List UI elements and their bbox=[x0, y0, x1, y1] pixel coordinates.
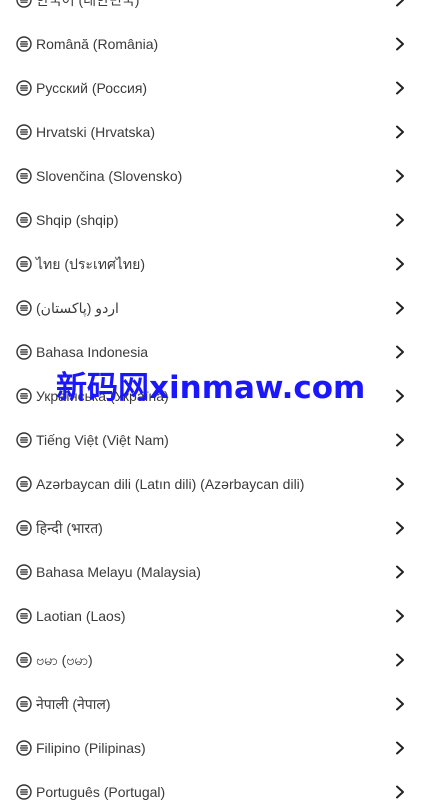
language-label: 한국어 (대한민국) bbox=[36, 0, 140, 8]
language-icon bbox=[16, 344, 32, 360]
language-list-item[interactable]: Українська (Україна) bbox=[0, 374, 424, 418]
language-icon bbox=[16, 740, 32, 756]
language-list-item[interactable]: ไทย (ประเทศไทย) bbox=[0, 242, 424, 286]
language-list-item[interactable]: Bahasa Melayu (Malaysia) bbox=[0, 550, 424, 594]
language-label: Laotian (Laos) bbox=[36, 608, 126, 624]
language-icon bbox=[16, 168, 32, 184]
language-label: Azərbaycan dili (Latın dili) (Azərbaycan… bbox=[36, 476, 305, 492]
chevron-right-icon bbox=[394, 565, 406, 579]
language-list-item[interactable]: Shqip (shqip) bbox=[0, 198, 424, 242]
chevron-right-icon bbox=[394, 697, 406, 711]
language-list-item[interactable]: Română (România) bbox=[0, 22, 424, 66]
language-list-item[interactable]: Hrvatski (Hrvatska) bbox=[0, 110, 424, 154]
chevron-right-icon bbox=[394, 477, 406, 491]
chevron-right-icon bbox=[394, 125, 406, 139]
language-label: Bahasa Indonesia bbox=[36, 344, 149, 360]
language-label: Filipino (Pilipinas) bbox=[36, 740, 146, 756]
chevron-right-icon bbox=[394, 653, 406, 667]
language-icon bbox=[16, 652, 32, 668]
chevron-right-icon bbox=[394, 301, 406, 315]
language-label: Română (România) bbox=[36, 36, 159, 52]
language-list-item[interactable]: नेपाली (नेपाल) bbox=[0, 682, 424, 726]
language-list: 한국어 (대한민국) Română (România) Русский (Росси… bbox=[0, 0, 424, 800]
language-list-item[interactable]: Slovenčina (Slovensko) bbox=[0, 154, 424, 198]
chevron-right-icon bbox=[394, 169, 406, 183]
language-icon bbox=[16, 256, 32, 272]
language-label: Hrvatski (Hrvatska) bbox=[36, 124, 156, 140]
language-label: हिन्दी (भारत) bbox=[36, 520, 103, 536]
language-list-item[interactable]: ဗမာ (ဗမာ) bbox=[0, 638, 424, 682]
language-label: اردو (پاکستان) bbox=[36, 300, 119, 316]
language-label: Shqip (shqip) bbox=[36, 212, 119, 228]
language-label: Slovenčina (Slovensko) bbox=[36, 168, 183, 184]
chevron-right-icon bbox=[394, 521, 406, 535]
language-label: Tiếng Việt (Việt Nam) bbox=[36, 432, 169, 448]
language-label: ไทย (ประเทศไทย) bbox=[36, 256, 145, 272]
language-icon bbox=[16, 564, 32, 580]
chevron-right-icon bbox=[394, 213, 406, 227]
language-list-item[interactable]: Laotian (Laos) bbox=[0, 594, 424, 638]
chevron-right-icon bbox=[394, 741, 406, 755]
language-icon bbox=[16, 388, 32, 404]
language-icon bbox=[16, 432, 32, 448]
chevron-right-icon bbox=[394, 0, 406, 7]
chevron-right-icon bbox=[394, 785, 406, 799]
language-list-item[interactable]: Tiếng Việt (Việt Nam) bbox=[0, 418, 424, 462]
language-selection-page: 한국어 (대한민국) Română (România) Русский (Росси… bbox=[0, 0, 424, 800]
language-list-item[interactable]: 한국어 (대한민국) bbox=[0, 0, 424, 22]
language-icon bbox=[16, 36, 32, 52]
chevron-right-icon bbox=[394, 609, 406, 623]
chevron-right-icon bbox=[394, 345, 406, 359]
language-label: Русский (Россия) bbox=[36, 80, 148, 96]
language-list-item[interactable]: Русский (Россия) bbox=[0, 66, 424, 110]
language-label: Українська (Україна) bbox=[36, 388, 169, 404]
chevron-right-icon bbox=[394, 433, 406, 447]
language-label: नेपाली (नेपाल) bbox=[36, 696, 111, 712]
chevron-right-icon bbox=[394, 81, 406, 95]
language-icon bbox=[16, 520, 32, 536]
language-list-item[interactable]: हिन्दी (भारत) bbox=[0, 506, 424, 550]
language-icon bbox=[16, 212, 32, 228]
language-icon bbox=[16, 696, 32, 712]
language-list-item[interactable]: Bahasa Indonesia bbox=[0, 330, 424, 374]
chevron-right-icon bbox=[394, 37, 406, 51]
chevron-right-icon bbox=[394, 257, 406, 271]
language-list-item[interactable]: Filipino (Pilipinas) bbox=[0, 726, 424, 770]
language-list-item[interactable]: Azərbaycan dili (Latın dili) (Azərbaycan… bbox=[0, 462, 424, 506]
language-list-item[interactable]: اردو (پاکستان) bbox=[0, 286, 424, 330]
language-icon bbox=[16, 124, 32, 140]
language-list-item[interactable]: Português (Portugal) bbox=[0, 770, 424, 800]
language-label: Português (Portugal) bbox=[36, 784, 166, 800]
language-icon bbox=[16, 608, 32, 624]
language-icon bbox=[16, 80, 32, 96]
language-icon bbox=[16, 476, 32, 492]
chevron-right-icon bbox=[394, 389, 406, 403]
language-icon bbox=[16, 300, 32, 316]
language-icon bbox=[16, 0, 32, 8]
language-label: Bahasa Melayu (Malaysia) bbox=[36, 564, 201, 580]
language-label: ဗမာ (ဗမာ) bbox=[36, 652, 93, 668]
language-icon bbox=[16, 784, 32, 800]
